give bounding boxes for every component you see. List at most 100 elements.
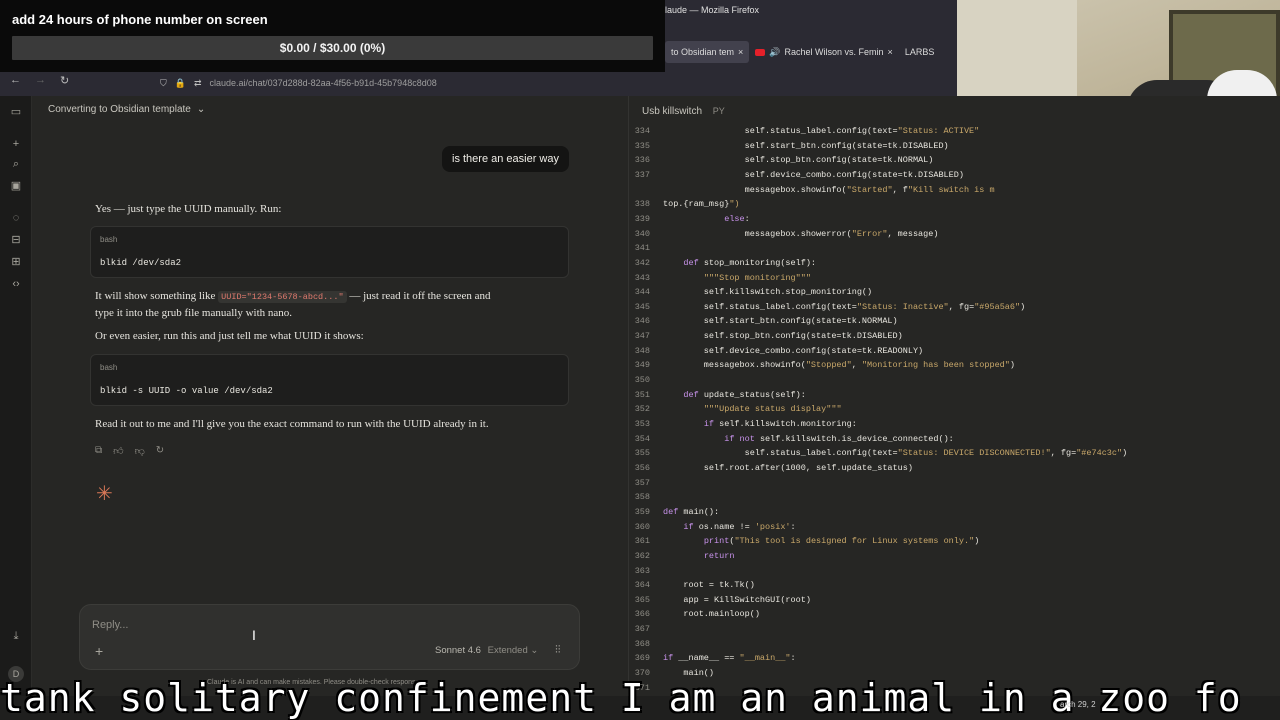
code-block-1: bash blkid /dev/sda2 — [90, 226, 569, 278]
code-line: self.status_label.config(text="Status: A… — [663, 126, 980, 136]
code-viewer: 334 self.status_label.config(text="Statu… — [630, 124, 1280, 690]
voice-mode-icon[interactable]: ⫶⫶ — [555, 644, 561, 657]
conversation-title-text: Converting to Obsidian template — [48, 104, 191, 115]
tab-label: to Obsidian tem — [671, 47, 735, 57]
line-number: 363 — [634, 565, 650, 576]
line-number: 345 — [634, 301, 650, 312]
code-block-2: bash blkid -s UUID -o value /dev/sda2 — [90, 354, 569, 406]
code-line: def main(): — [663, 506, 720, 517]
lock-icon[interactable]: 🔒 — [175, 78, 186, 89]
chevron-down-icon: ⌄ — [530, 645, 539, 656]
url-text[interactable]: claude.ai/chat/037d288d-82aa-4f56-b91d-4… — [210, 78, 437, 88]
line-number: 365 — [634, 594, 650, 605]
window-title: laude — Mozilla Firefox — [665, 5, 760, 15]
line-number: 336 — [634, 155, 650, 166]
artifact-lang: PY — [712, 106, 725, 116]
line-number: 369 — [634, 653, 650, 664]
code-line: """Stop monitoring""" — [703, 272, 811, 283]
chevron-down-icon[interactable]: ⌄ — [197, 104, 205, 115]
projects-icon[interactable]: ▣ — [10, 180, 22, 192]
line-number: 351 — [634, 389, 650, 400]
line-number: 366 — [634, 609, 650, 620]
inline-code: UUID="1234-5678-abcd..." — [218, 291, 347, 303]
user-message-bubble: is there an easier way — [442, 146, 569, 172]
line-number: 362 — [634, 550, 650, 561]
thumbs-up-icon[interactable]: 👍︎ — [113, 445, 123, 457]
code-line: app = KillSwitchGUI(root) — [663, 594, 811, 605]
message-actions: ⧉ 👍︎ 👎︎ ↻ — [95, 445, 164, 457]
para2-after: — just read it off the screen and — [349, 290, 491, 302]
reload-icon[interactable]: ↻ — [60, 74, 69, 87]
chats-icon[interactable]: ◌ — [10, 212, 22, 224]
code-line: self.device_combo.config(state=tk.DISABL… — [663, 169, 964, 180]
code-icon[interactable]: ‹› — [10, 278, 22, 290]
line-number: 342 — [634, 257, 650, 268]
shield-icon[interactable]: ⛉ — [160, 78, 167, 89]
youtube-icon — [755, 48, 766, 56]
response-intro: Yes — just type the UUID manually. Run: — [95, 203, 282, 215]
code-line: def update_status(self): — [683, 389, 806, 400]
code-line: self.device_combo.config(state=tk.READON… — [663, 345, 924, 356]
tab-youtube[interactable]: 🔊 Rachel Wilson vs. Femin × — [749, 41, 899, 63]
reply-input[interactable]: Reply... — [92, 619, 128, 631]
artifacts-icon[interactable]: ⊟ — [10, 234, 22, 246]
sidebar-toggle-icon[interactable]: ▭ — [10, 106, 22, 118]
mode-label: Extended — [487, 645, 528, 656]
code-line: blkid -s UUID -o value /dev/sda2 — [100, 386, 273, 396]
code-line: messagebox.showinfo("Started", f"Kill sw… — [663, 184, 995, 195]
download-icon[interactable]: ⤓ — [10, 630, 22, 642]
forward-icon[interactable]: → — [35, 74, 46, 87]
conversation-title[interactable]: Converting to Obsidian template ⌄ — [48, 104, 205, 115]
code-line: if __name__ == "__main__": — [663, 653, 796, 664]
code-line: self.status_label.config(text="Status: I… — [663, 301, 1026, 312]
apps-icon[interactable]: ⊞ — [10, 256, 22, 268]
code-line: self.stop_btn.config(state=tk.NORMAL) — [663, 155, 934, 166]
thumbs-down-icon[interactable]: 👎︎ — [135, 445, 145, 457]
text-cursor-icon: I — [252, 627, 256, 643]
line-number: 346 — [634, 316, 650, 327]
code-line: blkid /dev/sda2 — [100, 258, 182, 268]
tab-close-icon[interactable]: × — [888, 47, 893, 57]
donation-progress-bar: $0.00 / $30.00 (0%) — [12, 36, 653, 60]
speaker-icon[interactable]: 🔊 — [769, 47, 780, 58]
donation-progress-text: $0.00 / $30.00 (0%) — [279, 41, 386, 55]
line-number: 352 — [634, 404, 650, 415]
code-line: return — [703, 550, 735, 561]
line-number: 357 — [634, 477, 650, 488]
add-attachment-button[interactable]: + — [95, 643, 103, 659]
new-chat-icon[interactable]: + — [10, 138, 22, 150]
artifact-title-text: Usb killswitch — [642, 106, 703, 117]
copy-icon[interactable]: ⧉ — [95, 445, 102, 457]
claude-spark-icon: ✳ — [96, 483, 113, 505]
url-bar[interactable]: ⛉ 🔒 ⇄ claude.ai/chat/037d288d-82aa-4f56-… — [160, 74, 630, 92]
code-line: self.start_btn.config(state=tk.NORMAL) — [663, 316, 898, 327]
code-line: root = tk.Tk() — [663, 580, 755, 591]
code-line: self.killswitch.stop_monitoring() — [663, 287, 873, 298]
tab-label: LARBS — [904, 47, 935, 57]
tab-close-icon[interactable]: × — [738, 47, 743, 57]
code-line: else: — [724, 213, 750, 224]
line-number: 353 — [634, 419, 650, 429]
line-number: 361 — [634, 536, 650, 547]
line-number: 355 — [634, 448, 650, 459]
line-number: 359 — [634, 506, 650, 517]
permissions-icon[interactable]: ⇄ — [194, 78, 202, 89]
reply-box[interactable] — [79, 604, 580, 670]
code-line: self.root.after(1000, self.update_status… — [663, 462, 913, 473]
model-selector[interactable]: Sonnet 4.6 Extended ⌄ — [435, 645, 538, 656]
back-icon[interactable]: ← — [10, 74, 21, 87]
line-number: 339 — [634, 213, 650, 224]
tab-claude[interactable]: to Obsidian tem × — [665, 41, 750, 63]
line-number: 360 — [634, 521, 650, 532]
response-paragraph-2: It will show something like UUID="1234-5… — [95, 288, 565, 321]
caption-subtitle: tank solitary confinement I am an animal… — [0, 676, 1242, 720]
line-number: 341 — [634, 243, 650, 254]
code-line: def stop_monitoring(self): — [683, 257, 817, 268]
line-number: 354 — [634, 433, 650, 444]
search-icon[interactable]: ⌕ — [10, 158, 22, 170]
line-number: 368 — [634, 638, 650, 649]
tab-larbs[interactable]: LARBS — [899, 41, 941, 63]
retry-icon[interactable]: ↻ — [156, 445, 164, 457]
line-number: 347 — [634, 331, 650, 342]
artifact-title: Usb killswitch PY — [642, 106, 725, 117]
